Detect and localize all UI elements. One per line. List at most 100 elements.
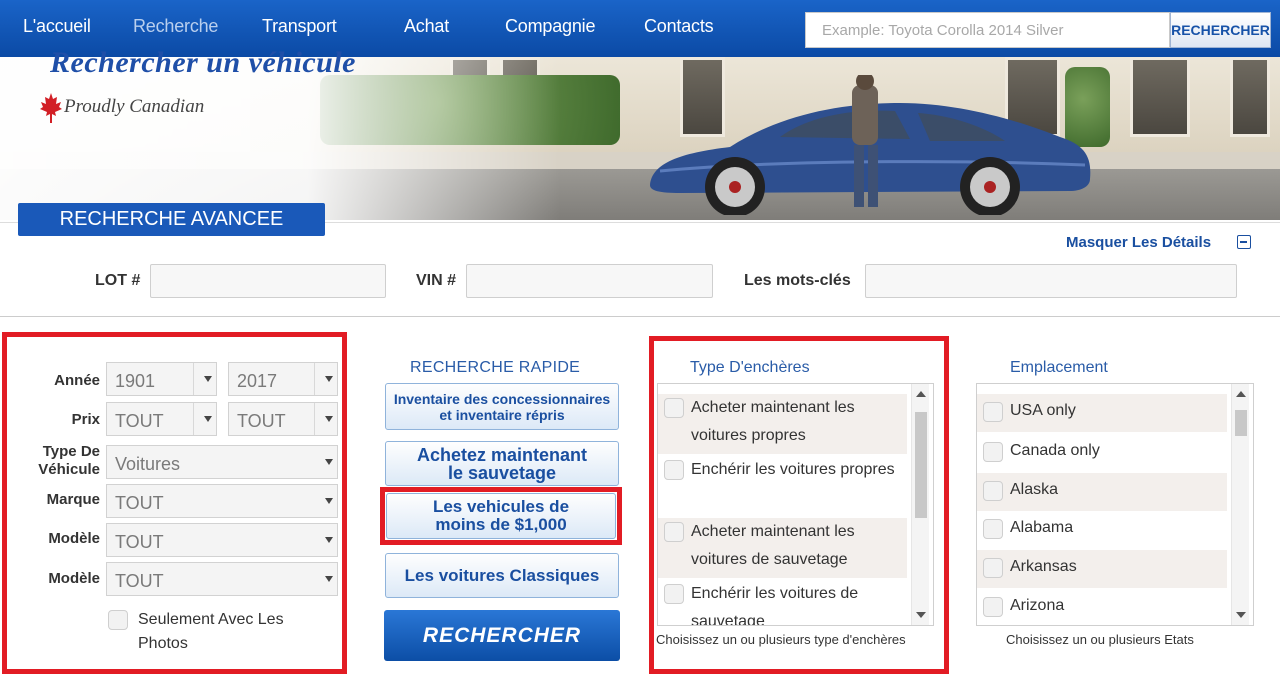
scroll-down-icon[interactable]: [916, 612, 926, 618]
scroll-thumb[interactable]: [1235, 410, 1247, 436]
year-from-value: 1901: [115, 371, 156, 391]
under-1000-button[interactable]: Les vehicules de moins de $1,000: [386, 493, 616, 539]
location-scrollbar[interactable]: [1231, 384, 1249, 625]
make-label: Marque: [46, 491, 100, 508]
location-option-label: USA only: [1010, 402, 1076, 419]
photos-only-checkbox[interactable]: [108, 610, 128, 630]
nav-company[interactable]: Compagnie: [505, 16, 595, 37]
auction-type-option[interactable]: Acheter maintenant les voitures de sauve…: [658, 518, 907, 578]
caret-down-icon: [325, 576, 333, 582]
hero-subtitle: Proudly Canadian: [64, 96, 205, 117]
make-select[interactable]: TOUT: [106, 484, 338, 518]
scroll-down-icon[interactable]: [1236, 612, 1246, 618]
location-option[interactable]: Arkansas: [977, 550, 1227, 588]
auction-type-option[interactable]: Acheter maintenant les voitures propres: [658, 394, 907, 454]
nav-search[interactable]: Recherche: [133, 16, 218, 37]
location-title: Emplacement: [1010, 359, 1108, 376]
model-label-1: Modèle: [48, 530, 100, 547]
location-option[interactable]: Canada only: [977, 434, 1227, 472]
year-to-select[interactable]: 2017: [228, 362, 338, 396]
location-option-label: Arizona: [1010, 597, 1065, 614]
buy-now-salvage-line2: le sauvetage: [447, 462, 557, 483]
auction-type-title: Type D'enchères: [690, 359, 810, 376]
auction-type-checkbox[interactable]: [664, 522, 684, 542]
advanced-search-tab[interactable]: RECHERCHE AVANCEE: [18, 203, 325, 236]
keywords-field[interactable]: [865, 264, 1237, 298]
hero-title: Rechercher un véhicule: [50, 46, 356, 79]
location-checkbox[interactable]: [983, 558, 1003, 578]
caret-down-icon: [204, 416, 212, 422]
model-value-1: TOUT: [115, 532, 164, 552]
photos-only-label: Seulement Avec Les Photos: [138, 611, 284, 652]
auction-type-option[interactable]: Enchérir les voitures de sauvetage: [658, 580, 907, 626]
collapse-icon[interactable]: [1237, 235, 1251, 249]
year-from-select[interactable]: 1901: [106, 362, 217, 396]
classic-cars-label: Les voitures Classiques: [404, 565, 600, 585]
lot-field[interactable]: [150, 264, 386, 298]
maple-leaf-icon: [40, 93, 62, 123]
vin-field[interactable]: [466, 264, 713, 298]
buy-now-salvage-line1: Achetez maintenant: [416, 444, 588, 465]
caret-down-icon: [325, 416, 333, 422]
lot-label: LOT #: [95, 272, 141, 289]
price-to-select[interactable]: TOUT: [228, 402, 338, 436]
auction-type-option[interactable]: Enchérir les voitures propres: [658, 456, 907, 516]
location-option[interactable]: USA only: [977, 394, 1227, 432]
model-label-2: Modèle: [48, 570, 100, 587]
auction-type-option-label: Enchérir les voitures de sauvetage: [691, 585, 859, 626]
caret-down-icon: [325, 459, 333, 465]
dealer-inventory-button[interactable]: Inventaire des concessionnaires et inven…: [385, 383, 619, 430]
search-submit-button[interactable]: RECHERCHER: [384, 610, 620, 661]
hide-details-link[interactable]: Masquer Les Détails: [1066, 234, 1211, 251]
site-search-input[interactable]: [806, 13, 1169, 47]
auction-type-checkbox[interactable]: [664, 584, 684, 604]
nav-contacts[interactable]: Contacts: [644, 16, 714, 37]
location-option[interactable]: Alabama: [977, 511, 1227, 549]
nav-transport[interactable]: Transport: [262, 16, 337, 37]
quick-search-title: RECHERCHE RAPIDE: [410, 359, 581, 376]
under-1000-line1: Les vehicules de: [432, 497, 570, 516]
auction-type-checkbox[interactable]: [664, 460, 684, 480]
year-label: Année: [54, 372, 100, 389]
auction-type-scrollbar[interactable]: [911, 384, 929, 625]
location-checkbox[interactable]: [983, 481, 1003, 501]
location-checkbox[interactable]: [983, 597, 1003, 617]
location-option-label: Alaska: [1010, 481, 1059, 498]
location-option-label: Canada only: [1010, 442, 1100, 459]
price-from-select[interactable]: TOUT: [106, 402, 217, 436]
model-select-2[interactable]: TOUT: [106, 562, 338, 596]
vin-label: VIN #: [416, 272, 457, 289]
vehicle-type-select[interactable]: Voitures: [106, 445, 338, 479]
site-search-box: [805, 12, 1170, 48]
nav-purchase[interactable]: Achat: [404, 16, 449, 37]
nav-home[interactable]: L'accueil: [23, 16, 91, 37]
scroll-thumb[interactable]: [915, 412, 927, 518]
location-checkbox[interactable]: [983, 442, 1003, 462]
location-option-label: Alabama: [1010, 519, 1074, 536]
site-search-button[interactable]: RECHERCHER: [1170, 12, 1271, 48]
location-checkbox[interactable]: [983, 519, 1003, 539]
auction-type-listbox[interactable]: Acheter maintenant les voitures propres …: [657, 383, 934, 626]
buy-now-salvage-button[interactable]: Achetez maintenant le sauvetage: [385, 441, 619, 486]
auction-type-option-label: Acheter maintenant les voitures propres: [691, 399, 855, 444]
location-listbox[interactable]: USA only Canada only Alaska Alabama Arka…: [976, 383, 1254, 626]
under-1000-line2: moins de $1,000: [435, 515, 567, 534]
model-value-2: TOUT: [115, 571, 164, 591]
price-to-value: TOUT: [237, 411, 286, 431]
scroll-up-icon[interactable]: [916, 391, 926, 397]
scroll-up-icon[interactable]: [1236, 391, 1246, 397]
model-select-1[interactable]: TOUT: [106, 523, 338, 557]
classic-cars-button[interactable]: Les voitures Classiques: [385, 553, 619, 598]
location-hint: Choisissez un ou plusieurs Etats: [1006, 632, 1194, 647]
auction-type-checkbox[interactable]: [664, 398, 684, 418]
hero-banner: [0, 57, 1280, 220]
caret-down-icon: [204, 376, 212, 382]
location-option[interactable]: Arizona: [977, 589, 1227, 625]
vehicle-type-value: Voitures: [115, 454, 181, 474]
caret-down-icon: [325, 537, 333, 543]
location-checkbox[interactable]: [983, 402, 1003, 422]
caret-down-icon: [325, 376, 333, 382]
auction-type-option-label: Enchérir les voitures propres: [691, 461, 895, 478]
location-option[interactable]: Alaska: [977, 473, 1227, 511]
keywords-label: Les mots-clés: [744, 272, 851, 289]
